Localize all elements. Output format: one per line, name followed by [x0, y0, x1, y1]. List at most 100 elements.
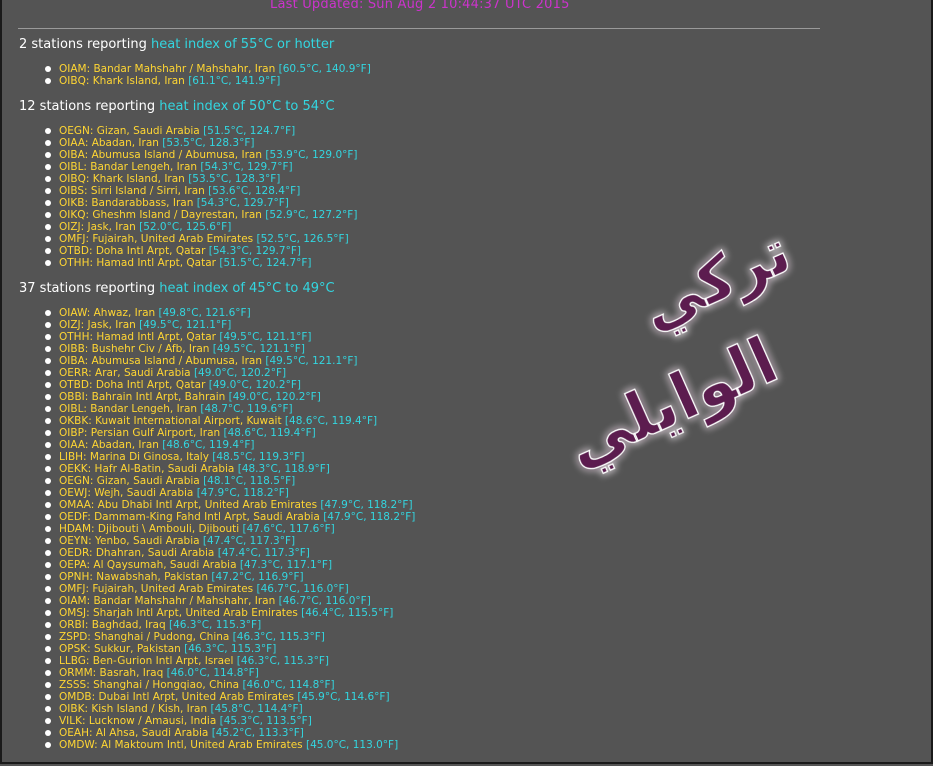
station-temperature: [45.3°C, 113.5°F] [219, 715, 312, 727]
station-name: OIKB: Bandarabbass, Iran [59, 197, 194, 209]
station-temperature: [53.5°C, 128.3°F] [188, 173, 281, 185]
heat-section: 2 stations reporting heat index of 55°C … [19, 37, 839, 87]
station-name: OERR: Arar, Saudi Arabia [59, 367, 191, 379]
station-name: ORMM: Basrah, Iraq [59, 667, 164, 679]
list-item: HDAM: Djibouti \ Ambouli, Djibouti [47.6… [45, 523, 839, 535]
station-name: OTBD: Doha Intl Arpt, Qatar [59, 245, 206, 257]
station-temperature: [45.2°C, 113.3°F] [211, 727, 304, 739]
station-name: LIBH: Marina Di Ginosa, Italy [59, 451, 209, 463]
station-temperature: [47.9°C, 118.2°F] [320, 499, 413, 511]
heat-index-range-link[interactable]: heat index of 55°C or hotter [151, 37, 334, 52]
station-report: 2 stations reporting heat index of 55°C … [19, 37, 839, 763]
station-temperature: [46.4°C, 115.5°F] [301, 607, 394, 619]
heat-index-range-link[interactable]: heat index of 50°C to 54°C [159, 99, 334, 114]
list-item: OMSJ: Sharjah Intl Arpt, United Arab Emi… [45, 607, 839, 619]
station-temperature: [49.8°C, 121.6°F] [158, 307, 251, 319]
station-count: 12 stations reporting [19, 99, 160, 114]
station-name: OIBP: Persian Gulf Airport, Iran [59, 427, 221, 439]
list-item: OIBB: Bushehr Civ / Afb, Iran [49.5°C, 1… [45, 343, 839, 355]
last-updated-text: Last Updated: Sun Aug 2 10:44:37 UTC 201… [270, 0, 570, 12]
list-item: ORMM: Basrah, Iraq [46.0°C, 114.8°F] [45, 667, 839, 679]
station-temperature: [46.0°C, 114.8°F] [166, 667, 259, 679]
station-temperature: [47.9°C, 118.2°F] [323, 511, 416, 523]
section-heading: 37 stations reporting heat index of 45°C… [19, 281, 839, 297]
list-item: OEKK: Hafr Al-Batin, Saudi Arabia [48.3°… [45, 463, 839, 475]
heat-index-range-link[interactable]: heat index of 45°C to 49°C [159, 281, 334, 296]
station-name: OBBI: Bahrain Intl Arpt, Bahrain [59, 391, 226, 403]
list-item: OIBL: Bandar Lengeh, Iran [54.3°C, 129.7… [45, 161, 839, 173]
station-temperature: [46.3°C, 115.3°F] [169, 619, 262, 631]
station-temperature: [52.9°C, 127.2°F] [265, 209, 358, 221]
station-name: OIAA: Abadan, Iran [59, 439, 159, 451]
station-temperature: [54.3°C, 129.7°F] [196, 197, 289, 209]
list-item: OPSK: Sukkur, Pakistan [46.3°C, 115.3°F] [45, 643, 839, 655]
station-name: OEAH: Al Ahsa, Saudi Arabia [59, 727, 209, 739]
station-list: OIAM: Bandar Mahshahr / Mahshahr, Iran [… [19, 63, 839, 87]
station-temperature: [51.5°C, 124.7°F] [219, 257, 312, 269]
list-item: LLBG: Ben-Gurion Intl Arpt, Israel [46.3… [45, 655, 839, 667]
station-name: OIBL: Bandar Lengeh, Iran [59, 161, 198, 173]
station-name: OIAW: Ahwaz, Iran [59, 307, 156, 319]
list-item: OIBQ: Khark Island, Iran [53.5°C, 128.3°… [45, 173, 839, 185]
list-item: OTBD: Doha Intl Arpt, Qatar [54.3°C, 129… [45, 245, 839, 257]
station-temperature: [46.7°C, 116.0°F] [278, 595, 371, 607]
station-list: OIAW: Ahwaz, Iran [49.8°C, 121.6°F] OIZJ:… [19, 307, 839, 751]
list-item: OTHH: Hamad Intl Arpt, Qatar [49.5°C, 12… [45, 331, 839, 343]
station-name: OTHH: Hamad Intl Arpt, Qatar [59, 331, 216, 343]
station-temperature: [49.0°C, 120.2°F] [228, 391, 321, 403]
station-name: OMFJ: Fujairah, United Arab Emirates [59, 583, 254, 595]
section-heading: 2 stations reporting heat index of 55°C … [19, 37, 839, 53]
station-temperature: [46.3°C, 115.3°F] [184, 643, 277, 655]
list-item: LIBH: Marina Di Ginosa, Italy [48.5°C, 1… [45, 451, 839, 463]
station-name: OMAA: Abu Dhabi Intl Arpt, United Arab E… [59, 499, 318, 511]
station-temperature: [45.0°C, 113.0°F] [305, 739, 399, 751]
station-name: ZSPD: Shanghai / Pudong, China [59, 631, 230, 643]
station-temperature: [51.5°C, 124.7°F] [203, 125, 296, 137]
list-item: OEGN: Gizan, Saudi Arabia [48.1°C, 118.5… [45, 475, 839, 487]
list-item: OBBI: Bahrain Intl Arpt, Bahrain [49.0°C… [45, 391, 839, 403]
station-name: OTHH: Hamad Intl Arpt, Qatar [59, 257, 216, 269]
list-item: OIAA: Abadan, Iran [48.6°C, 119.4°F] [45, 439, 839, 451]
station-name: OIBQ: Khark Island, Iran [59, 173, 185, 185]
station-name: OIBB: Bushehr Civ / Afb, Iran [59, 343, 210, 355]
list-item: OIBA: Abumusa Island / Abumusa, Iran [49… [45, 355, 839, 367]
station-name: VILK: Lucknow / Amausi, India [59, 715, 217, 727]
station-temperature: [53.6°C, 128.4°F] [208, 185, 301, 197]
station-temperature: [61.1°C, 141.9°F] [188, 75, 281, 87]
list-item: OIBK: Kish Island / Kish, Iran [45.8°C, … [45, 703, 839, 715]
station-name: LLBG: Ben-Gurion Intl Arpt, Israel [59, 655, 234, 667]
station-name: OIZJ: Jask, Iran [59, 221, 136, 233]
list-item: OMDW: Al Maktoum Intl, United Arab Emira… [45, 739, 839, 751]
list-item: OIAA: Abadan, Iran [53.5°C, 128.3°F] [45, 137, 839, 149]
station-name: OEKK: Hafr Al-Batin, Saudi Arabia [59, 463, 235, 475]
station-name: OEDR: Dhahran, Saudi Arabia [59, 547, 215, 559]
station-temperature: [47.9°C, 118.2°F] [196, 487, 289, 499]
list-item: OEGN: Gizan, Saudi Arabia [51.5°C, 124.7… [45, 125, 839, 137]
station-temperature: [49.0°C, 120.2°F] [193, 367, 287, 379]
station-temperature: [53.5°C, 128.3°F] [162, 137, 255, 149]
station-name: HDAM: Djibouti \ Ambouli, Djibouti [59, 523, 240, 535]
station-temperature: [48.5°C, 119.3°F] [212, 451, 305, 463]
list-item: OMFJ: Fujairah, United Arab Emirates [46… [45, 583, 839, 595]
station-name: OIBK: Kish Island / Kish, Iran [59, 703, 208, 715]
station-temperature: [52.0°C, 125.6°F] [139, 221, 232, 233]
list-item: ORBI: Baghdad, Iraq [46.3°C, 115.3°F] [45, 619, 839, 631]
station-temperature: [45.9°C, 114.6°F] [297, 691, 390, 703]
station-temperature: [48.7°C, 119.6°F] [200, 403, 293, 415]
station-temperature: [48.3°C, 118.9°F] [237, 463, 330, 475]
list-item: OKBK: Kuwait International Airport, Kuwa… [45, 415, 839, 427]
heat-section: 37 stations reporting heat index of 45°C… [19, 281, 839, 751]
station-name: OEYN: Yenbo, Saudi Arabia [59, 535, 200, 547]
station-temperature: [46.0°C, 114.8°F] [242, 679, 335, 691]
station-name: OMSJ: Sharjah Intl Arpt, United Arab Emi… [59, 607, 298, 619]
station-temperature: [48.1°C, 118.5°F] [203, 475, 296, 487]
list-item: OEAH: Al Ahsa, Saudi Arabia [45.2°C, 113… [45, 727, 839, 739]
station-name: OEPA: Al Qaysumah, Saudi Arabia [59, 559, 237, 571]
station-temperature: [47.4°C, 117.3°F] [217, 547, 310, 559]
station-temperature: [48.6°C, 119.4°F] [223, 427, 316, 439]
station-name: OIBA: Abumusa Island / Abumusa, Iran [59, 355, 262, 367]
list-item: OIAM: Bandar Mahshahr / Mahshahr, Iran [… [45, 595, 839, 607]
list-item: OMDB: Dubai Intl Arpt, United Arab Emira… [45, 691, 839, 703]
station-name: OPNH: Nawabshah, Pakistan [59, 571, 209, 583]
station-temperature: [47.6°C, 117.6°F] [242, 523, 335, 535]
